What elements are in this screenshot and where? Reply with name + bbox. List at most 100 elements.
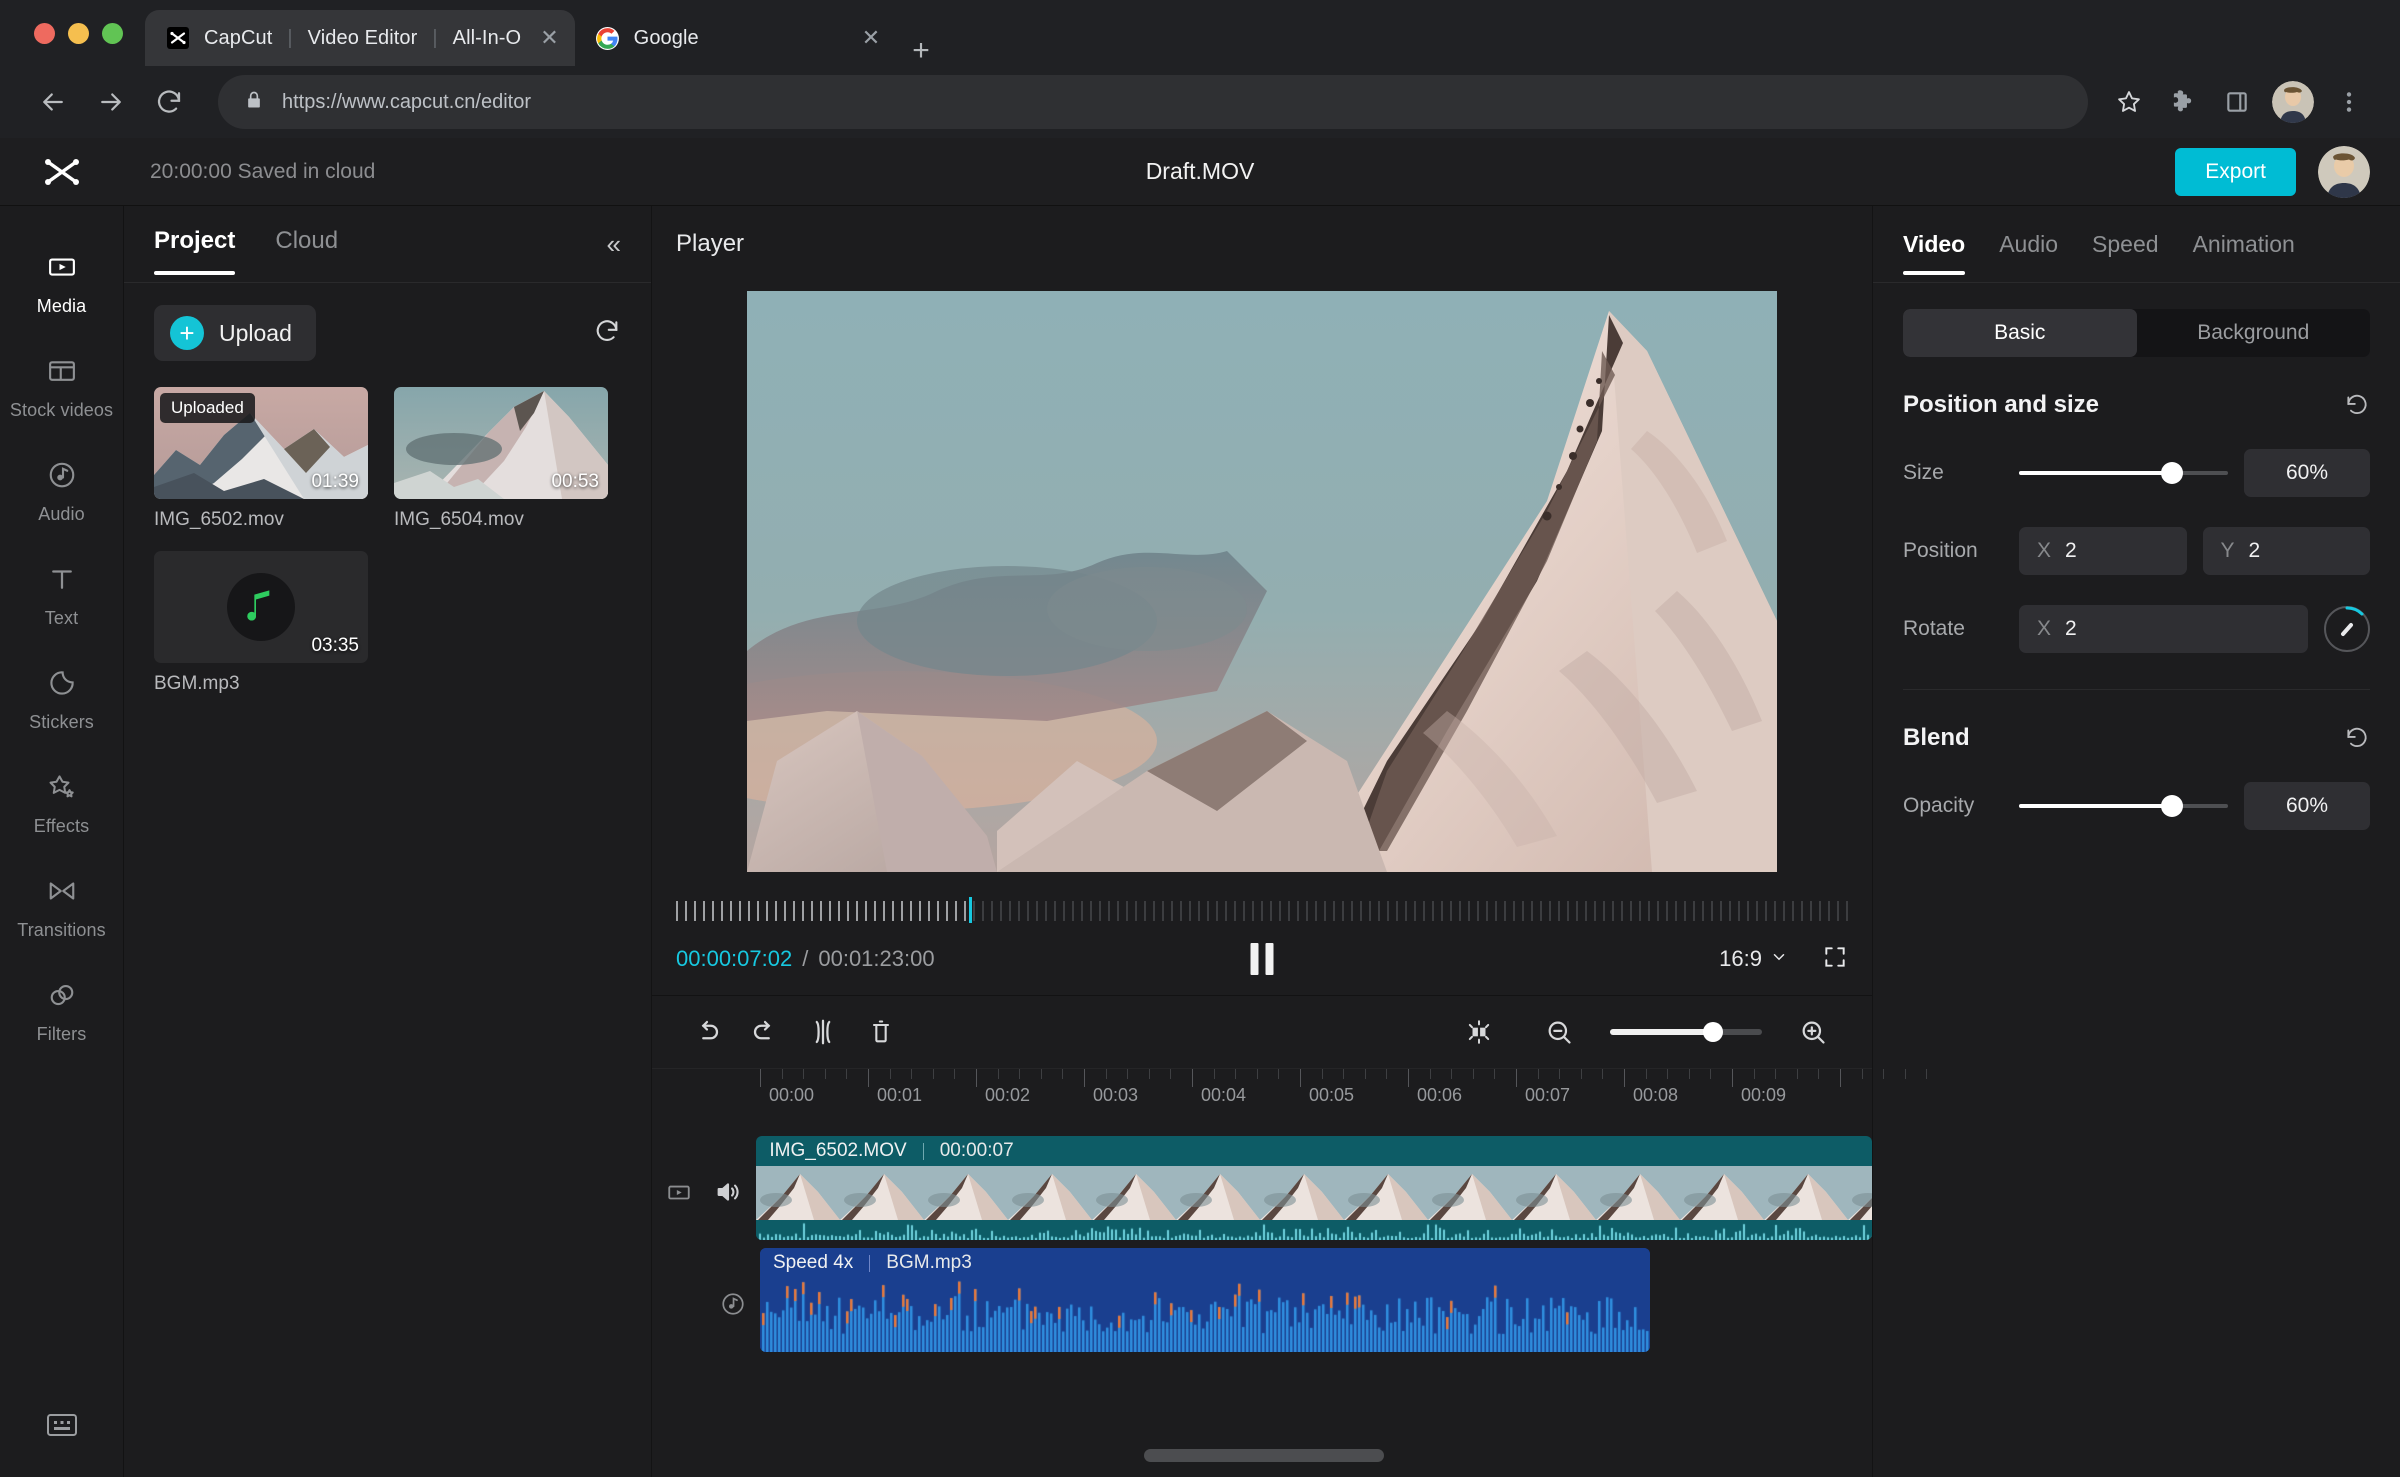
captions-icon[interactable] [46,1412,78,1443]
reset-icon[interactable] [2344,392,2370,418]
zoom-in-icon[interactable] [1784,1003,1842,1061]
player-controls: 00:00:07:02 / 00:01:23:00 16:9 [652,923,1872,995]
ruler-tick-minor [1861,1069,1863,1079]
tab-cloud[interactable]: Cloud [275,227,338,261]
ruler-tick-minor [932,1069,934,1079]
tab-project[interactable]: Project [154,227,236,275]
zoom-slider-knob[interactable] [1703,1022,1724,1042]
player-playhead[interactable] [969,897,972,923]
reset-icon[interactable] [2344,725,2370,751]
video-preview[interactable] [747,291,1777,872]
export-button[interactable]: Export [2175,147,2296,196]
size-slider[interactable] [2019,462,2228,484]
timeline-horizontal-scrollbar[interactable] [1144,1449,1384,1462]
sidebar-item-transitions[interactable]: Transitions [0,856,123,960]
opacity-slider-knob[interactable] [2160,795,2183,817]
segment-background[interactable]: Background [2137,309,2371,357]
position-x-field[interactable]: X 2 [2019,527,2187,575]
sidebar-item-audio[interactable]: Audio [0,440,123,544]
browser-tab-google[interactable]: Google ✕ [575,10,897,66]
upload-button[interactable]: + Upload [154,305,316,361]
tab-video[interactable]: Video [1903,231,1966,275]
fit-to-screen-icon[interactable] [1450,1003,1508,1061]
media-card-0[interactable]: Uploaded 01:39 IMG_6502.mov [154,387,368,531]
collapse-double-chevron-left-icon[interactable]: « [607,229,621,260]
track-header-video [652,1136,756,1248]
address-bar[interactable]: https://www.capcut.cn/editor [218,75,2088,129]
undo-icon[interactable] [678,1003,736,1061]
size-value[interactable]: 60% [2244,449,2370,497]
tab-strip: CapCut | Video Editor | All-In-O ✕ Googl… [0,0,2400,66]
sidebar-item-stock-videos[interactable]: Stock videos [0,336,123,440]
sidebar-item-text[interactable]: Text [0,544,123,648]
split-icon[interactable] [794,1003,852,1061]
close-tab-icon[interactable]: ✕ [540,27,558,49]
media-thumbnail-audio[interactable]: 03:35 [154,551,368,663]
rotate-dial-icon[interactable] [2324,606,2370,652]
bookmark-star-icon[interactable] [2102,75,2156,129]
puzzle-piece-icon[interactable] [2156,75,2210,129]
segment-basic[interactable]: Basic [1903,309,2137,357]
maximize-window-button[interactable] [102,22,123,44]
browser-tab-capcut[interactable]: CapCut | Video Editor | All-In-O ✕ [145,10,575,66]
pause-icon[interactable] [1250,943,1274,975]
refresh-icon[interactable] [593,317,621,350]
player-scrub-track[interactable] [676,897,1848,923]
side-panel-icon[interactable] [2210,75,2264,129]
position-x-axis-label: X [2037,539,2052,562]
sidebar-item-filters[interactable]: Filters [0,960,123,1064]
ruler-tick-minor [1235,1069,1237,1079]
redo-icon[interactable] [736,1003,794,1061]
sidebar-item-media[interactable]: Media [0,232,123,336]
avatar[interactable] [2318,145,2370,198]
zoom-out-icon[interactable] [1530,1003,1588,1061]
ruler-tick-minor [1062,1069,1064,1079]
capcut-logo[interactable] [0,138,124,206]
sidebar-item-stickers[interactable]: Stickers [0,648,123,752]
aspect-ratio-select[interactable]: 16:9 [1719,946,1788,972]
media-card-1[interactable]: 00:53 IMG_6504.mov [394,387,608,531]
video-track-icon[interactable] [666,1179,692,1205]
audio-track-icon[interactable] [720,1291,746,1317]
pause-bar-right [1265,943,1274,975]
three-dot-menu-icon[interactable] [2322,75,2376,129]
size-slider-knob[interactable] [2160,462,2183,484]
size-label: Size [1903,461,1944,484]
ruler-label: 00:09 [1741,1085,1787,1105]
timeline-clip-audio[interactable]: Speed 4x BGM.mp3 [760,1248,1650,1352]
timeline-zoom-slider[interactable] [1610,1022,1762,1042]
volume-on-icon[interactable] [714,1178,742,1206]
new-tab-button[interactable]: + [912,36,930,66]
close-window-button[interactable] [34,22,55,44]
timeline-clip-video[interactable]: IMG_6502.MOV 00:00:07 [756,1136,1872,1240]
rotate-x-field[interactable]: X 2 [2019,605,2308,653]
reload-icon[interactable] [140,73,198,131]
tab-title-end: All-In-O [452,26,522,49]
position-y-axis-label: Y [2220,539,2235,562]
ruler-tick-minor [1796,1069,1798,1079]
close-tab-google-icon[interactable]: ✕ [862,27,880,49]
tab-speed[interactable]: Speed [2092,231,2159,258]
media-thumbnail[interactable]: Uploaded 01:39 [154,387,368,499]
ruler-tick-minor [1170,1069,1172,1079]
timeline-ruler[interactable]: 00:00 00:01 00:02 00:03 00:04 00:05 00:06 00:07… [652,1068,1928,1112]
ruler-tick-minor [824,1069,826,1079]
browser-profile-avatar[interactable] [2272,81,2314,123]
position-y-field[interactable]: Y 2 [2202,527,2370,575]
inspector-segmented-control: Basic Background [1903,309,2370,357]
opacity-value[interactable]: 60% [2244,782,2370,830]
trash-icon[interactable] [852,1003,910,1061]
ruler-tick-minor [1343,1069,1345,1079]
tab-animation[interactable]: Animation [2193,231,2295,258]
back-arrow-icon[interactable] [24,73,82,131]
sidebar-item-effects[interactable]: Effects [0,752,123,856]
opacity-slider[interactable] [2019,795,2228,817]
tab-audio[interactable]: Audio [1999,231,2058,258]
forward-arrow-icon[interactable] [82,73,140,131]
media-card-2[interactable]: 03:35 BGM.mp3 [154,551,368,695]
tab-title-mid: Video Editor [307,26,418,49]
fullscreen-icon[interactable] [1822,944,1848,975]
player-scrub-row [652,897,1872,923]
media-thumbnail[interactable]: 00:53 [394,387,608,499]
minimize-window-button[interactable] [68,22,89,44]
